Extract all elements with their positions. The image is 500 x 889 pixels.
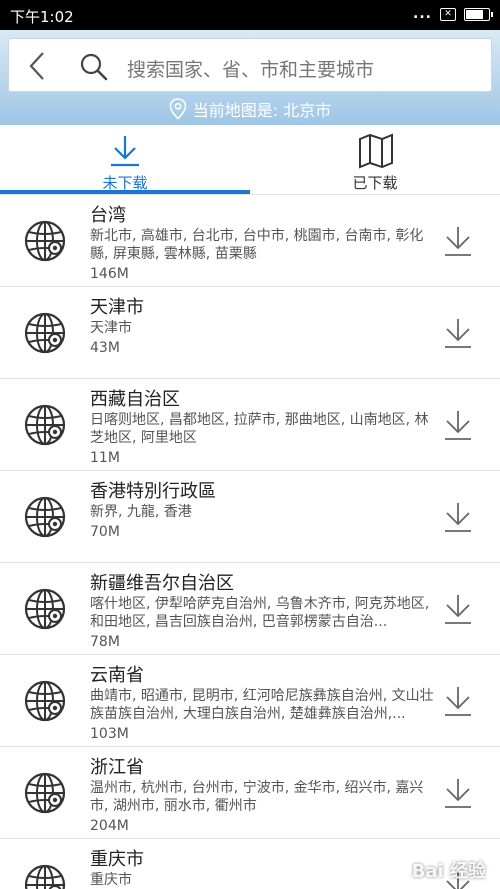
download-icon[interactable] <box>443 317 473 349</box>
tab-not-downloaded[interactable]: 未下载 <box>0 125 250 195</box>
region-row[interactable]: 天津市 天津市 43M <box>0 287 500 379</box>
download-icon[interactable] <box>443 593 473 625</box>
region-size: 103M <box>90 726 129 742</box>
notification-box-icon: ✕ <box>440 7 456 21</box>
globe-icon <box>24 864 66 889</box>
status-icons: ... ✕ <box>413 6 493 22</box>
region-cities: 日喀则地区, 昌都地区, 拉萨市, 那曲地区, 山南地区, 林芝地区, 阿里地区 <box>90 412 429 446</box>
map-icon <box>359 133 393 169</box>
region-name: 天津市 <box>90 297 144 318</box>
download-icon <box>111 136 139 167</box>
current-map-text: 当前地图是: 北京市 <box>192 101 332 120</box>
region-name: 香港特別行政區 <box>90 481 216 502</box>
region-row[interactable]: 浙江省 温州市, 杭州市, 台州市, 宁波市, 金华市, 绍兴市, 嘉兴市, 湖州… <box>0 747 500 839</box>
status-bar: 下午1:02 ... ✕ <box>0 0 500 30</box>
region-row[interactable]: 西藏自治区 日喀则地区, 昌都地区, 拉萨市, 那曲地区, 山南地区, 林芝地区,… <box>0 379 500 471</box>
region-size: 43M <box>90 340 120 356</box>
globe-icon <box>24 220 66 262</box>
location-pin-icon <box>169 98 187 120</box>
download-icon[interactable] <box>443 225 473 257</box>
battery-icon <box>464 7 493 21</box>
globe-icon <box>24 404 66 446</box>
region-size: 204M <box>90 818 129 834</box>
region-list: 台湾 新北市, 高雄市, 台北市, 台中市, 桃園市, 台南市, 彰化縣, 屏東縣… <box>0 195 500 889</box>
header: 搜索国家、省、市和主要城市 当前地图是: 北京市 <box>0 30 500 125</box>
back-arrow-icon[interactable] <box>23 51 53 81</box>
region-size: 11M <box>90 450 120 466</box>
region-row[interactable]: 香港特別行政區新界, 九龍, 香港 70M <box>0 471 500 563</box>
region-name: 台湾 <box>90 205 126 226</box>
region-cities: 喀什地区, 伊犁哈萨克自治州, 乌鲁木齐市, 阿克苏地区, 和田地区, 昌吉回族… <box>90 596 430 630</box>
region-cities: 新北市, 高雄市, 台北市, 台中市, 桃園市, 台南市, 彰化縣, 屏東縣, … <box>90 228 424 262</box>
tab-label: 已下载 <box>352 174 398 192</box>
globe-icon <box>24 588 66 630</box>
region-cities: 重庆市 <box>90 872 132 888</box>
region-row[interactable]: 云南省 曲靖市, 昭通市, 昆明市, 红河哈尼族彝族自治州, 文山壮族苗族自治州,… <box>0 655 500 747</box>
more-dots-icon: ... <box>413 6 432 22</box>
region-name: 浙江省 <box>90 757 144 778</box>
status-time: 下午1:02 <box>10 8 74 26</box>
region-cities: 曲靖市, 昭通市, 昆明市, 红河哈尼族彝族自治州, 文山壮族苗族自治州, 大理… <box>90 688 434 722</box>
region-name: 西藏自治区 <box>90 389 180 410</box>
search-icon <box>80 53 108 81</box>
region-row[interactable]: 新疆维吾尔自治区 喀什地区, 伊犁哈萨克自治州, 乌鲁木齐市, 阿克苏地区, 和田… <box>0 563 500 655</box>
globe-icon <box>24 312 66 354</box>
globe-icon <box>24 772 66 814</box>
region-cities: 新界, 九龍, 香港 <box>90 504 192 520</box>
battery-fill <box>466 9 483 19</box>
tab-bar: 未下载 已下载 <box>0 125 500 195</box>
tab-downloaded[interactable]: 已下载 <box>250 125 500 195</box>
region-name: 新疆维吾尔自治区 <box>90 573 234 594</box>
region-size: 70M <box>90 524 120 540</box>
region-cities: 温州市, 杭州市, 台州市, 宁波市, 金华市, 绍兴市, 嘉兴市, 湖州市, … <box>90 780 424 814</box>
active-tab-indicator <box>0 190 250 194</box>
watermark: Bai 经验 <box>411 861 486 882</box>
region-name: 重庆市 <box>90 849 144 870</box>
region-cities: 天津市 <box>90 320 132 336</box>
download-icon[interactable] <box>443 777 473 809</box>
region-size: 146M <box>90 266 129 282</box>
region-row[interactable]: 台湾 新北市, 高雄市, 台北市, 台中市, 桃園市, 台南市, 彰化縣, 屏東縣… <box>0 195 500 287</box>
download-icon[interactable] <box>443 501 473 533</box>
download-icon[interactable] <box>443 409 473 441</box>
download-icon[interactable] <box>443 685 473 717</box>
region-name: 云南省 <box>90 665 144 686</box>
current-map-indicator: 当前地图是: 北京市 <box>0 96 500 122</box>
globe-icon <box>24 680 66 722</box>
globe-icon <box>24 496 66 538</box>
search-box[interactable]: 搜索国家、省、市和主要城市 <box>8 38 492 92</box>
region-size: 78M <box>90 634 120 650</box>
search-input[interactable]: 搜索国家、省、市和主要城市 <box>127 55 374 82</box>
